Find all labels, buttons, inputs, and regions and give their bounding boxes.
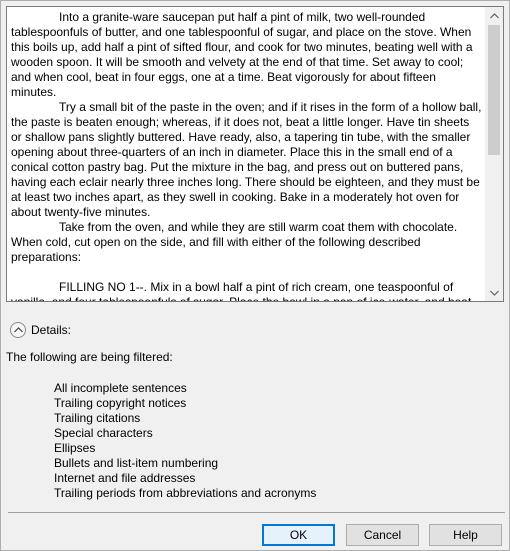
details-toggle[interactable]: Details: — [10, 320, 71, 340]
cancel-button[interactable]: Cancel — [346, 524, 419, 546]
preview-paragraph: Try a small bit of the paste in the oven… — [11, 100, 482, 219]
chevron-up-small-icon — [490, 12, 499, 18]
filter-list: All incomplete sentences Trailing copyrig… — [54, 381, 316, 501]
help-button[interactable]: Help — [429, 524, 502, 546]
scroll-up-button[interactable] — [486, 7, 503, 24]
filter-item: Trailing citations — [54, 411, 141, 425]
preview-paragraph: Into a granite-ware saucepan put half a … — [11, 10, 473, 99]
preview-text-area[interactable]: Into a granite-ware saucepan put half a … — [7, 7, 486, 301]
preview-text-box[interactable]: Into a granite-ware saucepan put half a … — [6, 6, 504, 302]
preview-paragraph: FILLING NO 1--. Mix in a bowl half a pin… — [11, 280, 471, 301]
chevron-up-icon[interactable] — [10, 322, 26, 338]
chevron-down-small-icon — [490, 290, 499, 296]
divider — [8, 512, 505, 513]
filter-item: All incomplete sentences — [54, 381, 187, 395]
filter-item: Trailing copyright notices — [54, 396, 187, 410]
vertical-scrollbar[interactable] — [485, 7, 503, 301]
filter-item: Special characters — [54, 426, 153, 440]
scroll-thumb[interactable] — [488, 25, 500, 155]
ok-button[interactable]: OK — [262, 524, 335, 546]
filter-item: Ellipses — [54, 441, 96, 455]
filter-heading: The following are being filtered: — [6, 350, 173, 364]
dialog-window: Into a granite-ware saucepan put half a … — [0, 0, 510, 551]
preview-paragraph: Take from the oven, and while they are s… — [11, 220, 458, 264]
filter-item: Bullets and list-item numbering — [54, 456, 219, 470]
details-label: Details: — [31, 323, 72, 337]
filter-item: Trailing periods from abbreviations and … — [54, 486, 317, 500]
filter-item: Internet and file addresses — [54, 471, 196, 485]
scroll-down-button[interactable] — [486, 284, 503, 301]
